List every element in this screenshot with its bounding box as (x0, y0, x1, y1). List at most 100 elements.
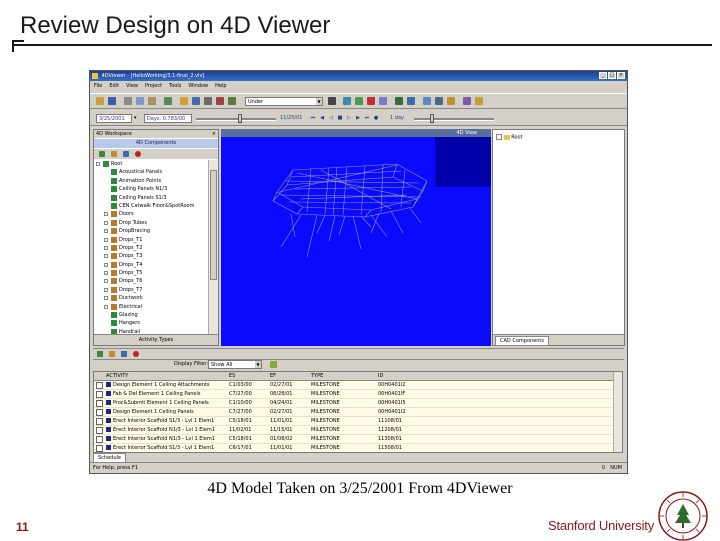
maximize-button[interactable]: □ (608, 72, 616, 79)
expand-icon[interactable] (104, 245, 108, 250)
rewind-icon[interactable]: ⏮ (310, 115, 316, 121)
select-icon[interactable] (328, 97, 336, 105)
table-row[interactable]: Fab & Del Element 1 Ceiling Panels C7/27/… (94, 390, 622, 399)
menu-help[interactable]: Help (215, 82, 226, 91)
print-icon[interactable] (164, 97, 172, 105)
tree-item[interactable]: Root (96, 160, 208, 168)
view-g-icon[interactable] (475, 97, 483, 105)
row-checkbox[interactable] (96, 445, 103, 452)
view-e-icon[interactable] (447, 97, 455, 105)
table-row[interactable]: Erect Interior Scaffold S1/3 - Lvl 1 Ele… (94, 444, 622, 452)
view-c-icon[interactable] (423, 97, 431, 105)
cad-tree-root[interactable]: Root (511, 135, 522, 141)
table-row[interactable]: Erect Interior Scaffold N1/3 - Lvl 1 Ele… (94, 435, 622, 444)
table-row[interactable]: Proc&Submit Element 1 Ceiling Panels C1/1… (94, 399, 622, 408)
tree-item[interactable]: Doors (96, 210, 208, 218)
tree-item[interactable]: Drop Tubes (96, 219, 208, 227)
date-field[interactable]: 3/25/2001 (96, 114, 132, 123)
speed-slider-track[interactable] (414, 118, 494, 121)
expand-icon[interactable] (104, 262, 108, 267)
tool-e-icon[interactable] (228, 97, 236, 105)
menu-file[interactable]: File (94, 82, 102, 91)
tree-item[interactable]: Ductwork (96, 294, 208, 302)
cut-icon[interactable] (124, 97, 132, 105)
table-row[interactable]: Design Element 1 Ceiling Attachments C1/0… (94, 381, 622, 390)
table-row[interactable]: Erect Interior Scaffold S1/3 - Lvl 1 Ele… (94, 417, 622, 426)
expand-icon[interactable] (496, 134, 502, 140)
row-checkbox[interactable] (96, 382, 103, 389)
expand-icon[interactable] (104, 254, 108, 259)
tree-item[interactable]: Drops_T6 (96, 277, 208, 285)
4d-viewport[interactable] (221, 137, 491, 346)
layer-combo[interactable]: Under ▼ (245, 97, 323, 106)
tree-scrollbar-thumb[interactable] (210, 170, 217, 280)
expand-icon[interactable] (104, 271, 108, 276)
tree-item[interactable]: Ceiling Panels N1/3 (96, 185, 208, 193)
record-icon[interactable]: ● (373, 115, 379, 121)
display-filter-combo[interactable]: Show All ▼ (208, 360, 262, 369)
close-icon[interactable]: × (212, 130, 216, 138)
tree-item[interactable]: Animation Points (96, 177, 208, 185)
group-icon[interactable] (111, 151, 117, 157)
row-checkbox[interactable] (96, 436, 103, 443)
expand-icon[interactable] (104, 220, 108, 225)
stop-icon[interactable]: ■ (337, 115, 343, 121)
table-row[interactable]: Erect Interior Scaffold N1/3 - Lvl 1 Ele… (94, 426, 622, 435)
expand-icon[interactable] (104, 304, 108, 309)
expand-icon[interactable] (104, 229, 108, 234)
expand-icon[interactable] (104, 237, 108, 242)
navigate-icon[interactable] (343, 97, 351, 105)
menu-edit[interactable]: Edit (109, 82, 119, 91)
view-b-icon[interactable] (407, 97, 415, 105)
save-icon[interactable] (108, 97, 116, 105)
collapse-icon[interactable] (96, 162, 100, 166)
fast-forward-icon[interactable]: ⏭ (364, 115, 370, 121)
tool-b-icon[interactable] (192, 97, 200, 105)
tree-item[interactable]: Electrical (96, 303, 208, 311)
col-es[interactable]: ES (227, 372, 268, 380)
tree-scrollbar[interactable] (208, 160, 218, 335)
menu-project[interactable]: Project (145, 82, 162, 91)
add-activity-icon[interactable] (97, 351, 103, 357)
menu-tools[interactable]: Tools (169, 82, 181, 91)
tree-item[interactable]: Drops_T3 (96, 252, 208, 260)
paste-icon[interactable] (148, 97, 156, 105)
tool-d-icon[interactable] (216, 97, 224, 105)
link-activity-icon[interactable] (121, 351, 127, 357)
minimize-button[interactable]: _ (599, 72, 607, 79)
col-ef[interactable]: EF (268, 372, 309, 380)
row-checkbox[interactable] (96, 409, 103, 416)
tree-item[interactable]: Ceiling Panels S1/3 (96, 194, 208, 202)
tree-item[interactable]: Drops_T5 (96, 269, 208, 277)
row-checkbox[interactable] (96, 418, 103, 425)
add-component-icon[interactable] (99, 151, 105, 157)
row-checkbox[interactable] (96, 400, 103, 407)
tree-item[interactable]: Drops_T1 (96, 236, 208, 244)
properties-icon[interactable] (123, 151, 129, 157)
row-checkbox[interactable] (96, 427, 103, 434)
expand-icon[interactable] (104, 287, 108, 292)
step-back-icon[interactable]: ◀ (319, 115, 325, 121)
tab-cad-components[interactable]: CAD Components (495, 336, 549, 346)
time-slider-thumb[interactable] (238, 114, 242, 123)
tool-a-icon[interactable] (180, 97, 188, 105)
tree-item[interactable]: Drops_T7 (96, 286, 208, 294)
view-f-icon[interactable] (463, 97, 471, 105)
tab-activity-types[interactable]: Activity Types (94, 334, 218, 345)
tree-item[interactable]: Acoustical Panels (96, 168, 208, 176)
tool-c-icon[interactable] (204, 97, 212, 105)
tree-item[interactable]: Drops_T4 (96, 261, 208, 269)
tree-item[interactable]: CEN Catwalk Floor&SpotRoom (96, 202, 208, 210)
menu-window[interactable]: Window (188, 82, 208, 91)
copy-icon[interactable] (136, 97, 144, 105)
delete-activity-icon[interactable] (133, 351, 139, 357)
expand-icon[interactable] (104, 296, 108, 301)
tree-item[interactable]: Hangers (96, 319, 208, 327)
delete-icon[interactable] (135, 151, 141, 157)
pan-icon[interactable] (379, 97, 387, 105)
rotate-icon[interactable] (355, 97, 363, 105)
zoom-icon[interactable] (367, 97, 375, 105)
calendar-icon[interactable]: ▾ (134, 114, 137, 123)
col-activity[interactable]: ACTIVITY (104, 372, 227, 380)
tree-item[interactable]: Glazing (96, 311, 208, 319)
